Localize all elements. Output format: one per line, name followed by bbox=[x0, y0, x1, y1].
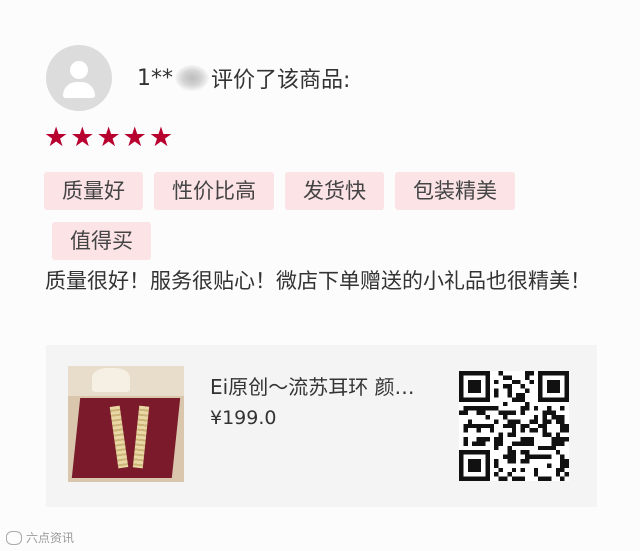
review-tags: 质量好 性价比高 发货快 包装精美值得买 bbox=[44, 172, 604, 260]
star-icon: ★ bbox=[70, 122, 95, 153]
review-tag: 性价比高 bbox=[154, 172, 274, 210]
reviewer-line: 1** 评价了该商品: bbox=[137, 62, 350, 94]
avatar-head-icon bbox=[70, 61, 88, 79]
star-icon: ★ bbox=[96, 122, 121, 153]
avatar[interactable] bbox=[46, 45, 112, 111]
watermark-logo-icon bbox=[6, 530, 22, 545]
product-card[interactable]: Ei原创～流苏耳环 颜… ¥199.0 bbox=[46, 345, 597, 507]
reviewer-name: 1** bbox=[137, 65, 173, 91]
review-tag: 质量好 bbox=[44, 172, 143, 210]
review-tag: 发货快 bbox=[285, 172, 384, 210]
review-action-text: 评价了该商品: bbox=[211, 68, 351, 93]
review-tag: 值得买 bbox=[52, 222, 151, 260]
review-comment: 质量很好！服务很贴心！微店下单赠送的小礼品也很精美！ bbox=[45, 269, 591, 293]
watermark-text: 六点资讯 bbox=[26, 531, 75, 545]
watermark: 六点资讯 bbox=[6, 529, 74, 546]
product-price: ¥199.0 bbox=[210, 407, 277, 429]
star-icon: ★ bbox=[148, 122, 174, 153]
product-title[interactable]: Ei原创～流苏耳环 颜… bbox=[210, 371, 440, 400]
review-tag: 包装精美 bbox=[395, 172, 515, 210]
qr-code-icon[interactable] bbox=[459, 371, 569, 481]
star-rating: ★ ★ ★ ★ ★ bbox=[44, 123, 173, 153]
ribbon-bow-icon bbox=[92, 368, 130, 392]
star-icon: ★ bbox=[122, 122, 147, 153]
blurred-name-mask bbox=[175, 65, 209, 91]
avatar-shoulders-icon bbox=[63, 82, 95, 98]
star-icon: ★ bbox=[44, 122, 69, 153]
product-image[interactable] bbox=[68, 366, 184, 482]
